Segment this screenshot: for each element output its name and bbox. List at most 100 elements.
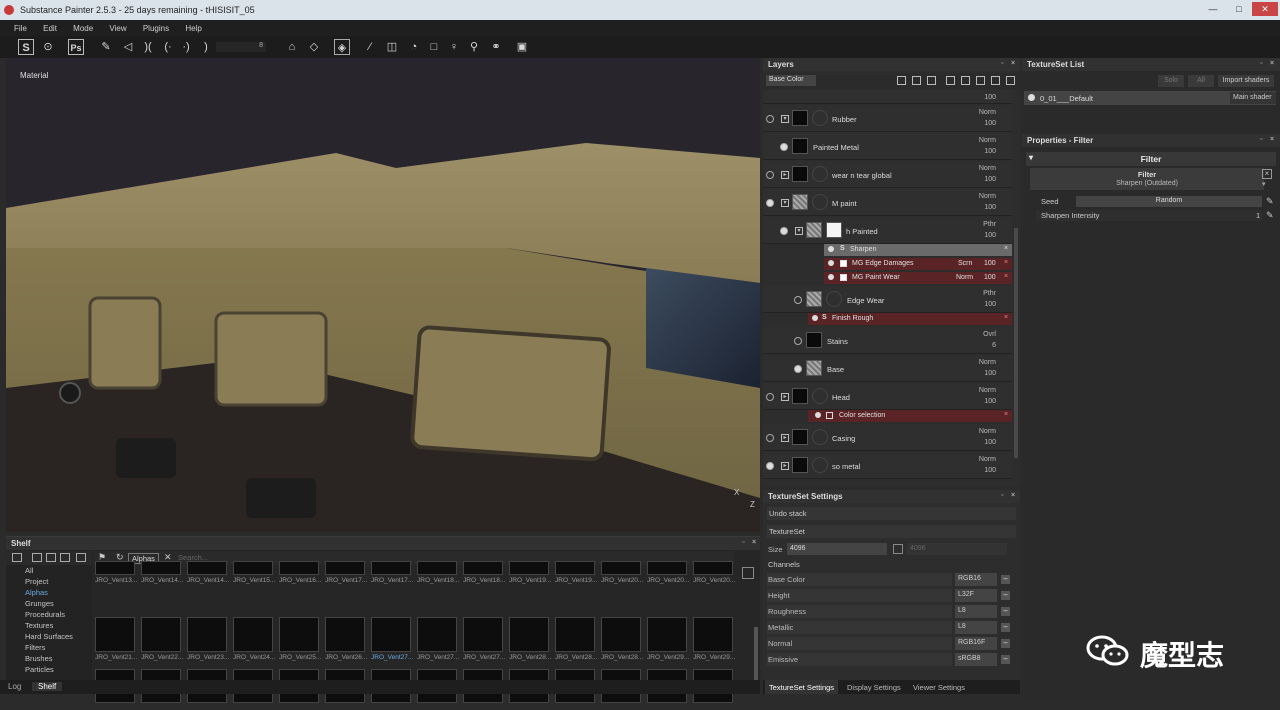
smudge-icon[interactable]: ♀ xyxy=(446,39,462,55)
channel-row-emissive[interactable]: Emissive sRGB8– xyxy=(767,653,1014,667)
size-select-secondary[interactable]: 4096 xyxy=(907,543,1007,555)
alpha-thumbnail[interactable] xyxy=(371,561,411,575)
channel-row-metallic[interactable]: Metallic L8– xyxy=(767,621,1014,635)
seed-edit-icon[interactable]: ✎ xyxy=(1266,196,1274,207)
import-icon[interactable] xyxy=(46,553,56,562)
intensity-value[interactable]: 1 xyxy=(1256,211,1260,220)
alpha-thumbnail[interactable] xyxy=(647,561,687,575)
layer-row-m-paint[interactable]: ▾ M paint Norm 100 xyxy=(763,189,1012,216)
tab-shelf[interactable]: Shelf xyxy=(32,682,63,691)
eye-icon[interactable] xyxy=(794,337,802,345)
symmetry-icon[interactable]: ◁ xyxy=(120,39,136,55)
eye-icon[interactable] xyxy=(794,296,802,304)
remove-channel-icon[interactable]: – xyxy=(1001,623,1010,632)
folder-toggle-icon[interactable]: ▸ xyxy=(781,171,789,179)
layer-row-base[interactable]: Base Norm 100 xyxy=(763,355,1012,382)
remove-channel-icon[interactable]: – xyxy=(1001,575,1010,584)
effect-edge-damages[interactable]: MG Edge Damages Scrn 100 × xyxy=(824,258,1012,270)
eye-icon[interactable] xyxy=(780,227,788,235)
layer-blend[interactable]: Norm xyxy=(979,387,996,394)
remove-channel-icon[interactable]: – xyxy=(1001,591,1010,600)
picker-icon[interactable]: ⚭ xyxy=(488,39,504,55)
effect-delete-icon[interactable]: × xyxy=(1004,314,1008,321)
remove-filter-icon[interactable]: × xyxy=(1262,169,1272,179)
effect-eye-icon[interactable] xyxy=(828,246,834,252)
category-project[interactable]: Project xyxy=(6,576,92,587)
alpha-thumbnail[interactable] xyxy=(95,617,135,652)
effect-blend[interactable]: Norm xyxy=(956,274,973,281)
textureset-section[interactable]: TextureSet xyxy=(767,525,1016,538)
effect-delete-icon[interactable]: × xyxy=(1004,259,1008,266)
channel-format[interactable]: sRGB8 xyxy=(955,653,997,666)
delete-layer-icon[interactable] xyxy=(1006,76,1015,85)
menu-plugins[interactable]: Plugins xyxy=(136,20,176,33)
layer-row-rubber[interactable]: ▾ Rubber Norm 100 xyxy=(763,105,1012,132)
alpha-thumbnail[interactable] xyxy=(693,617,733,652)
intensity-edit-icon[interactable]: ✎ xyxy=(1266,210,1274,221)
alpha-thumbnail[interactable] xyxy=(463,617,503,652)
tss-float-button[interactable]: ▫ xyxy=(1001,492,1009,500)
eye-icon[interactable] xyxy=(766,171,774,179)
alpha-thumbnail[interactable] xyxy=(371,617,411,652)
eye-icon[interactable] xyxy=(766,115,774,123)
layer-opacity[interactable]: 100 xyxy=(984,176,996,183)
remove-channel-icon[interactable]: – xyxy=(1001,655,1010,664)
effect-eye-icon[interactable] xyxy=(828,260,834,266)
layer-opacity[interactable]: 100 xyxy=(984,398,996,405)
alpha-thumbnail[interactable] xyxy=(187,617,227,652)
channel-row-base-color[interactable]: Base Color RGB16– xyxy=(767,573,1014,587)
eye-icon[interactable] xyxy=(766,199,774,207)
alpha-thumbnail[interactable] xyxy=(601,617,641,652)
folder-toggle-icon[interactable]: ▸ xyxy=(781,462,789,470)
layers-close-button[interactable]: × xyxy=(1011,60,1019,68)
eye-icon[interactable] xyxy=(766,393,774,401)
layer-opacity[interactable]: 100 xyxy=(984,120,996,127)
layer-blend[interactable]: Norm xyxy=(979,193,996,200)
category-procedurals[interactable]: Procedurals xyxy=(6,609,92,620)
menu-file[interactable]: File xyxy=(7,20,34,33)
alpha-thumbnail[interactable] xyxy=(141,617,181,652)
layer-blend[interactable]: Norm xyxy=(979,109,996,116)
layer-opacity[interactable]: 100 xyxy=(984,204,996,211)
add-mask-icon[interactable] xyxy=(912,76,921,85)
delete-folder-icon[interactable] xyxy=(60,553,70,562)
alpha-thumbnail[interactable] xyxy=(279,561,319,575)
channel-row-roughness[interactable]: Roughness L8– xyxy=(767,605,1014,619)
alpha-thumbnail[interactable] xyxy=(417,561,457,575)
props-close-button[interactable]: × xyxy=(1270,136,1278,144)
category-particles[interactable]: Particles xyxy=(6,664,92,675)
folder-toggle-icon[interactable]: ▾ xyxy=(781,115,789,123)
brush-size-field[interactable]: 8 xyxy=(216,42,266,52)
alpha-thumbnail[interactable] xyxy=(325,561,365,575)
layer-row-so-metal[interactable]: ▸ so metal Norm 100 xyxy=(763,452,1012,479)
alpha-thumbnail[interactable] xyxy=(601,561,641,575)
layer-opacity[interactable]: 6 xyxy=(992,342,996,349)
mirror-y-icon[interactable]: (· xyxy=(160,39,176,55)
eye-icon[interactable] xyxy=(766,462,774,470)
effect-sharpen[interactable]: S Sharpen × xyxy=(824,244,1012,256)
clone-icon[interactable]: ⚲ xyxy=(466,39,482,55)
category-filters[interactable]: Filters xyxy=(6,642,92,653)
layers-scrollbar[interactable] xyxy=(1014,228,1018,458)
effect-delete-icon[interactable]: × xyxy=(1004,411,1008,418)
layer-opacity[interactable]: 100 xyxy=(984,148,996,155)
effect-opacity[interactable]: 100 xyxy=(984,260,996,267)
filter-resource-slot[interactable]: Filter Sharpen (Outdated) xyxy=(1030,168,1264,190)
layer-row-casing[interactable]: ▸ Casing Norm 100 xyxy=(763,424,1012,451)
props-float-button[interactable]: ▫ xyxy=(1260,136,1268,144)
grid-view-icon[interactable] xyxy=(742,567,754,579)
alpha-thumbnail[interactable] xyxy=(693,561,733,575)
alpha-thumbnail[interactable] xyxy=(279,617,319,652)
channel-format[interactable]: RGB16 xyxy=(955,573,997,586)
collapse-icon[interactable]: ▾ xyxy=(1029,153,1033,162)
layer-opacity[interactable]: 100 xyxy=(984,370,996,377)
layers-float-button[interactable]: ▫ xyxy=(1001,60,1009,68)
alpha-thumbnail[interactable] xyxy=(95,561,135,575)
seed-random-button[interactable]: Random xyxy=(1076,196,1262,207)
layer-blend[interactable]: Pthr xyxy=(983,221,996,228)
mirror-z-icon[interactable]: ·) xyxy=(178,39,194,55)
channel-format[interactable]: L8 xyxy=(955,605,997,618)
menu-help[interactable]: Help xyxy=(178,20,208,33)
layer-opacity[interactable]: 100 xyxy=(984,301,996,308)
channel-row-normal[interactable]: Normal RGB16F – xyxy=(767,637,1014,651)
